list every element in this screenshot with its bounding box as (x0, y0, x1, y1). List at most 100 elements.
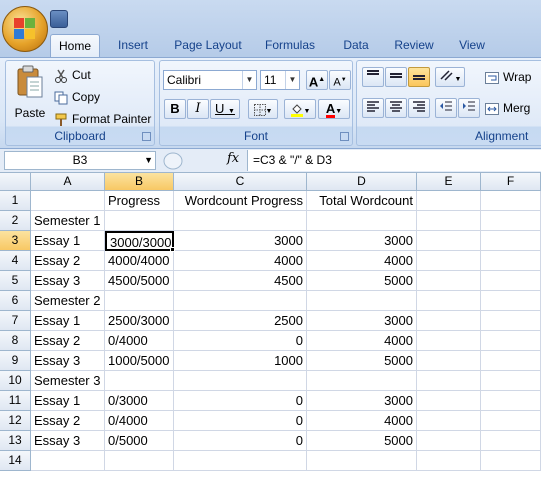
cell-e5[interactable] (417, 271, 481, 291)
cell-b9[interactable]: 1000/5000 (105, 351, 174, 371)
align-left-button[interactable] (362, 98, 384, 118)
cell-a12[interactable]: Essay 2 (31, 411, 105, 431)
align-bottom-button[interactable] (408, 67, 430, 87)
cell-e10[interactable] (417, 371, 481, 391)
cell-a9[interactable]: Essay 3 (31, 351, 105, 371)
cell-b3[interactable]: 3000/3000 (105, 231, 174, 251)
cell-d1[interactable]: Total Wordcount (307, 191, 417, 211)
cell-f5[interactable] (481, 271, 541, 291)
cut-button[interactable]: Cut (54, 67, 91, 83)
cell-d8[interactable]: 4000 (307, 331, 417, 351)
tab-formulas[interactable]: Formulas (258, 34, 322, 58)
cell-a6[interactable]: Semester 2 (31, 291, 105, 311)
cell-c12[interactable]: 0 (174, 411, 307, 431)
cell-c2[interactable] (174, 211, 307, 231)
cell-f2[interactable] (481, 211, 541, 231)
underline-button[interactable]: U ▼ (210, 99, 240, 119)
cell-b8[interactable]: 0/4000 (105, 331, 174, 351)
cell-c1[interactable]: Wordcount Progress (174, 191, 307, 211)
tab-data[interactable]: Data (336, 34, 376, 58)
tab-page-layout[interactable]: Page Layout (168, 34, 248, 58)
increase-indent-button[interactable] (458, 98, 480, 118)
font-size-select[interactable]: 11 ▼ (260, 70, 300, 90)
cell-e4[interactable] (417, 251, 481, 271)
cell-a3[interactable]: Essay 1 (31, 231, 105, 251)
borders-button[interactable]: ▼ (248, 99, 278, 119)
align-center-button[interactable] (385, 98, 407, 118)
cell-f7[interactable] (481, 311, 541, 331)
cell-d10[interactable] (307, 371, 417, 391)
cell-c13[interactable]: 0 (174, 431, 307, 451)
cell-b10[interactable] (105, 371, 174, 391)
cell-c14[interactable] (174, 451, 307, 471)
cell-f14[interactable] (481, 451, 541, 471)
cell-c4[interactable]: 4000 (174, 251, 307, 271)
cell-f11[interactable] (481, 391, 541, 411)
formula-bar-resize-icon[interactable] (162, 151, 184, 171)
column-header-f[interactable]: F (481, 173, 541, 191)
cell-c7[interactable]: 2500 (174, 311, 307, 331)
bold-button[interactable]: B (164, 99, 186, 119)
fill-color-button[interactable]: ▼ (284, 99, 316, 119)
cell-a13[interactable]: Essay 3 (31, 431, 105, 451)
select-all-button[interactable] (0, 173, 31, 191)
tab-review[interactable]: Review (388, 34, 440, 58)
cell-b12[interactable]: 0/4000 (105, 411, 174, 431)
cell-e2[interactable] (417, 211, 481, 231)
cell-d4[interactable]: 4000 (307, 251, 417, 271)
column-header-d[interactable]: D (307, 173, 417, 191)
row-header-9[interactable]: 9 (0, 351, 31, 371)
tab-home[interactable]: Home (50, 34, 100, 58)
worksheet-grid[interactable]: A B C D E F 1 Progress Wordcount Progress Total W… (0, 173, 541, 485)
cell-d7[interactable]: 3000 (307, 311, 417, 331)
cell-c6[interactable] (174, 291, 307, 311)
cell-b1[interactable]: Progress (105, 191, 174, 211)
cell-a7[interactable]: Essay 1 (31, 311, 105, 331)
cell-c11[interactable]: 0 (174, 391, 307, 411)
insert-function-button[interactable]: fx (227, 151, 239, 166)
cell-d13[interactable]: 5000 (307, 431, 417, 451)
cell-a1[interactable] (31, 191, 105, 211)
row-header-4[interactable]: 4 (0, 251, 31, 271)
row-header-8[interactable]: 8 (0, 331, 31, 351)
cell-c10[interactable] (174, 371, 307, 391)
cell-d12[interactable]: 4000 (307, 411, 417, 431)
cell-f8[interactable] (481, 331, 541, 351)
cell-c9[interactable]: 1000 (174, 351, 307, 371)
cell-a8[interactable]: Essay 2 (31, 331, 105, 351)
align-middle-button[interactable] (385, 67, 407, 87)
cell-a11[interactable]: Essay 1 (31, 391, 105, 411)
cell-f10[interactable] (481, 371, 541, 391)
clipboard-dialog-launcher-icon[interactable] (142, 132, 151, 141)
fill-handle[interactable] (170, 247, 175, 252)
cell-f6[interactable] (481, 291, 541, 311)
align-right-button[interactable] (408, 98, 430, 118)
cell-b6[interactable] (105, 291, 174, 311)
cell-a4[interactable]: Essay 2 (31, 251, 105, 271)
cell-d11[interactable]: 3000 (307, 391, 417, 411)
row-header-1[interactable]: 1 (0, 191, 31, 211)
cell-b13[interactable]: 0/5000 (105, 431, 174, 451)
wrap-text-button[interactable]: Wrap (485, 69, 531, 85)
row-header-11[interactable]: 11 (0, 391, 31, 411)
cell-e11[interactable] (417, 391, 481, 411)
cell-f12[interactable] (481, 411, 541, 431)
row-header-7[interactable]: 7 (0, 311, 31, 331)
office-button[interactable] (2, 6, 48, 52)
cell-b14[interactable] (105, 451, 174, 471)
formula-input[interactable]: =C3 & "/" & D3 (247, 150, 541, 171)
format-painter-button[interactable]: Format Painter (54, 111, 151, 127)
cell-f4[interactable] (481, 251, 541, 271)
cell-d9[interactable]: 5000 (307, 351, 417, 371)
cell-a5[interactable]: Essay 3 (31, 271, 105, 291)
tab-insert[interactable]: Insert (108, 34, 158, 58)
tab-view[interactable]: View (452, 34, 492, 58)
row-header-2[interactable]: 2 (0, 211, 31, 231)
cell-c3[interactable]: 3000 (174, 231, 307, 251)
row-header-10[interactable]: 10 (0, 371, 31, 391)
cell-a14[interactable] (31, 451, 105, 471)
row-header-5[interactable]: 5 (0, 271, 31, 291)
cell-d3[interactable]: 3000 (307, 231, 417, 251)
cell-e6[interactable] (417, 291, 481, 311)
cell-e12[interactable] (417, 411, 481, 431)
